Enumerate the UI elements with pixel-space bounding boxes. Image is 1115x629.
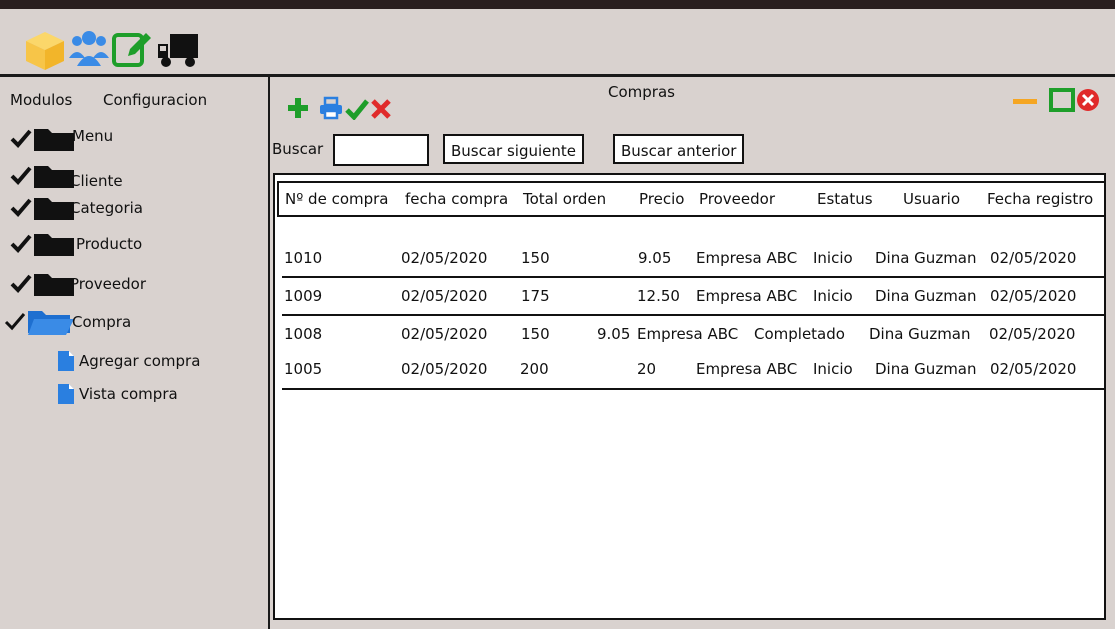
search-input[interactable] — [333, 134, 429, 166]
sidebar-divider — [268, 77, 270, 629]
window-top-bar — [0, 0, 1115, 9]
tree-item-label: Menu — [72, 127, 114, 145]
edit-icon[interactable] — [110, 26, 156, 72]
check-icon — [10, 234, 32, 253]
results-panel — [273, 173, 1106, 620]
cell-total: 150 — [521, 249, 550, 267]
cell-estatus: Inicio — [813, 360, 853, 378]
column-header[interactable]: Nº de compra — [285, 183, 389, 215]
column-header[interactable]: Proveedor — [699, 183, 775, 215]
column-header[interactable]: Usuario — [903, 183, 960, 215]
check-icon — [4, 313, 26, 331]
table-row[interactable]: 1008 02/05/2020 150 9.05 Empresa ABC Com… — [280, 319, 1106, 349]
cell-numero: 1008 — [284, 325, 323, 343]
table-row[interactable]: 1005 02/05/2020 200 20 Empresa ABC Inici… — [280, 354, 1106, 384]
check-icon — [10, 198, 32, 217]
tree-item-label: Proveedor — [70, 275, 146, 293]
cell-total: 150 — [521, 325, 550, 343]
row-divider — [282, 314, 1106, 316]
cell-usuario: Dina Guzman — [869, 325, 971, 343]
table-row[interactable]: 1009 02/05/2020 175 12.50 Empresa ABC In… — [280, 281, 1106, 311]
toolbar-divider — [0, 74, 1115, 77]
confirm-icon[interactable] — [345, 98, 369, 124]
close-icon[interactable] — [1076, 88, 1100, 116]
print-icon[interactable] — [318, 96, 344, 124]
cell-estatus: Inicio — [813, 249, 853, 267]
cell-total: 175 — [521, 287, 550, 305]
table-row[interactable]: 1010 02/05/2020 150 9.05 Empresa ABC Ini… — [280, 243, 1106, 273]
sub-item-label: Agregar compra — [79, 352, 201, 370]
row-divider — [282, 388, 1106, 390]
tree-item-label: Categoria — [70, 199, 144, 217]
search-label: Buscar — [272, 140, 324, 158]
cell-precio: 9.05 — [638, 249, 672, 267]
folder-open-icon — [28, 311, 74, 335]
file-icon — [58, 351, 74, 371]
cell-usuario: Dina Guzman — [875, 360, 977, 378]
cell-fecha-registro: 02/05/2020 — [989, 325, 1076, 343]
tree-item-label: Producto — [76, 235, 143, 253]
box-icon[interactable] — [22, 26, 68, 72]
menu-modulos[interactable]: Modulos — [10, 91, 72, 109]
window-title: Compras — [608, 83, 675, 101]
cell-estatus: Inicio — [813, 287, 853, 305]
cell-proveedor: Empresa ABC — [696, 360, 798, 378]
cell-fecha-registro: 02/05/2020 — [990, 287, 1077, 305]
cell-numero: 1009 — [284, 287, 323, 305]
sub-item-label: Vista compra — [79, 385, 178, 403]
column-header[interactable]: Fecha registro — [987, 183, 1093, 215]
cell-fecha: 02/05/2020 — [401, 360, 488, 378]
cell-proveedor: Empresa ABC — [696, 287, 798, 305]
tree-item-label: Compra — [72, 313, 132, 331]
folder-icon — [34, 129, 74, 151]
column-header[interactable]: Total orden — [523, 183, 606, 215]
column-header[interactable]: Precio — [639, 183, 684, 215]
tree-item-proveedor[interactable]: Proveedor — [10, 270, 146, 298]
cell-precio: 9.05 — [597, 325, 631, 343]
cell-proveedor: Empresa ABC — [696, 249, 798, 267]
table-header: Nº de compra fecha compra Total orden Pr… — [277, 181, 1106, 217]
cell-fecha-registro: 02/05/2020 — [990, 249, 1077, 267]
cell-numero: 1005 — [284, 360, 323, 378]
check-icon — [10, 166, 32, 185]
tree-item-producto[interactable]: Producto — [10, 230, 142, 258]
cell-proveedor: Empresa ABC — [637, 325, 739, 343]
tree-item-menu[interactable]: Menu — [10, 125, 113, 153]
maximize-icon[interactable] — [1049, 88, 1075, 116]
folder-icon — [34, 234, 74, 256]
tree-item-cliente[interactable]: Cliente — [10, 162, 123, 190]
cell-estatus: Completado — [754, 325, 845, 343]
cell-fecha-registro: 02/05/2020 — [990, 360, 1077, 378]
tree-item-categoria[interactable]: Categoria — [10, 194, 143, 222]
cell-fecha: 02/05/2020 — [401, 325, 488, 343]
cell-usuario: Dina Guzman — [875, 287, 977, 305]
sub-item-vista-compra[interactable]: Vista compra — [57, 383, 178, 405]
search-prev-button[interactable]: Buscar anterior — [613, 134, 745, 164]
cell-precio: 20 — [637, 360, 657, 378]
delete-icon[interactable] — [370, 98, 392, 124]
minimize-icon[interactable] — [1013, 94, 1037, 113]
cell-numero: 1010 — [284, 249, 323, 267]
cell-fecha: 02/05/2020 — [401, 287, 488, 305]
column-header[interactable]: Estatus — [817, 183, 873, 215]
row-divider — [282, 276, 1106, 278]
cell-total: 200 — [520, 360, 549, 378]
users-icon[interactable] — [66, 26, 112, 72]
file-icon — [58, 384, 74, 404]
sub-item-agregar-compra[interactable]: Agregar compra — [57, 350, 200, 372]
menu-configuracion[interactable]: Configuracion — [103, 91, 207, 109]
tree-item-compra[interactable]: Compra — [4, 307, 131, 337]
cell-precio: 12.50 — [637, 287, 680, 305]
cell-usuario: Dina Guzman — [875, 249, 977, 267]
check-icon — [10, 129, 32, 148]
search-next-button[interactable]: Buscar siguiente — [443, 134, 585, 164]
add-icon[interactable] — [286, 96, 310, 124]
truck-icon[interactable] — [156, 26, 202, 72]
column-header[interactable]: fecha compra — [405, 183, 508, 215]
tree-item-label: Cliente — [70, 172, 123, 190]
check-icon — [10, 274, 32, 293]
cell-fecha: 02/05/2020 — [401, 249, 488, 267]
